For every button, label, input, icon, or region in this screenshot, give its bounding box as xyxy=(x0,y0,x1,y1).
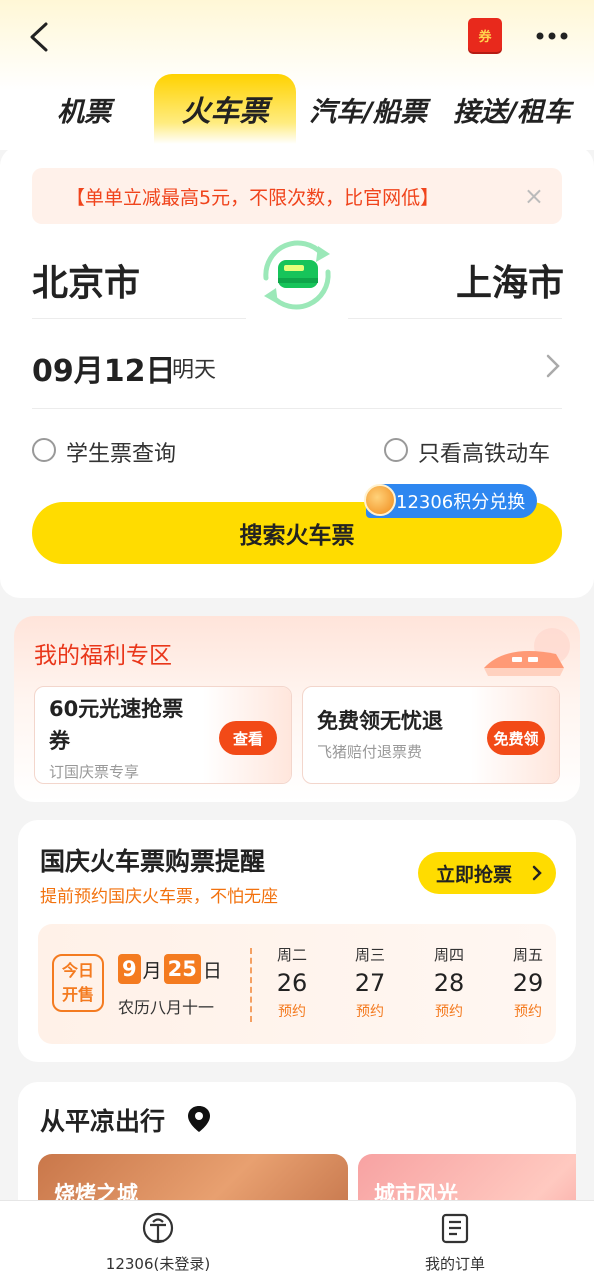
nav-my-orders[interactable]: 我的订单 xyxy=(375,1211,535,1274)
chevron-right-icon[interactable] xyxy=(544,352,562,380)
divider xyxy=(348,318,562,319)
welfare-item-refund[interactable]: 免费领无忧退 飞猪赔付退票费 免费领 xyxy=(302,686,560,784)
day-number: 29 xyxy=(512,969,544,997)
today-label: 今日 xyxy=(61,961,94,980)
day-number: 28 xyxy=(433,969,465,997)
presale-calendar: 今日 开售 9 月 25 日 农历八月十一 周二 26 预约 周三 27 预约 … xyxy=(38,924,556,1044)
tab-train[interactable]: 火车票 xyxy=(154,74,296,144)
highspeed-only-radio[interactable] xyxy=(384,438,408,462)
highspeed-only-label[interactable]: 只看高铁动车 xyxy=(418,436,550,468)
claim-free-label: 免费领 xyxy=(493,729,539,748)
points-exchange-label: 12306积分兑换 xyxy=(396,492,526,513)
sale-month: 9 xyxy=(118,954,141,984)
search-train-label: 搜索火车票 xyxy=(239,523,355,549)
weekday: 周二 xyxy=(276,946,307,964)
view-button[interactable]: 查看 xyxy=(219,721,277,755)
reserve-label: 预约 xyxy=(435,1004,463,1020)
weekday: 周五 xyxy=(512,946,543,964)
tab-train-label: 火车票 xyxy=(181,94,269,128)
holiday-title: 国庆火车票购票提醒 xyxy=(40,847,266,876)
day-unit: 日 xyxy=(202,959,222,982)
welfare-item-coupon[interactable]: 60元光速抢票券 订国庆票专享 查看 xyxy=(34,686,292,784)
divider xyxy=(32,318,246,319)
reserve-day[interactable]: 周四 28 预约 xyxy=(419,944,479,1021)
back-arrow-icon[interactable] xyxy=(26,20,54,54)
tab-flight-label: 机票 xyxy=(57,96,111,128)
top-bar: 券 机票 火车票 汽车/船票 接送/租车 xyxy=(0,0,594,150)
sale-label: 开售 xyxy=(61,985,94,1004)
student-ticket-label[interactable]: 学生票查询 xyxy=(66,436,176,468)
coin-icon xyxy=(364,484,396,516)
welfare-item-subtitle: 订国庆票专享 xyxy=(49,763,140,781)
sale-date: 9 月 25 日 xyxy=(116,954,222,984)
holiday-reminder-card: 国庆火车票购票提醒 提前预约国庆火车票，不怕无座 立即抢票 今日 开售 9 月 … xyxy=(18,820,576,1062)
view-button-label: 查看 xyxy=(232,729,263,748)
more-options-icon[interactable] xyxy=(534,22,570,50)
day-number: 26 xyxy=(276,969,308,997)
train-search-card: 【单单立减最高5元，不限次数，比官网低】 × 北京市 上海市 09月12日 明天… xyxy=(0,146,594,598)
reserve-day[interactable]: 周二 26 预约 xyxy=(262,944,322,1021)
claim-free-button[interactable]: 免费领 xyxy=(487,721,545,755)
tab-transfer-rental[interactable]: 接送/租车 xyxy=(450,74,574,144)
grab-ticket-button[interactable]: 立即抢票 xyxy=(418,852,556,894)
reserve-day[interactable]: 周五 29 预约 xyxy=(498,944,558,1021)
close-icon[interactable]: × xyxy=(524,182,544,210)
railway-logo-icon xyxy=(142,1212,174,1244)
departure-title: 从平凉出行 xyxy=(40,1107,166,1136)
promo-banner[interactable]: 【单单立减最高5元，不限次数，比官网低】 × xyxy=(32,168,562,224)
departure-date[interactable]: 09月12日 xyxy=(32,346,176,390)
reserve-label: 预约 xyxy=(514,1004,542,1020)
from-city[interactable]: 北京市 xyxy=(32,254,140,306)
day-number: 27 xyxy=(354,969,386,997)
dashed-divider xyxy=(250,948,252,1022)
welfare-item-subtitle: 飞猪赔付退票费 xyxy=(317,743,423,761)
promo-text: 【单单立减最高5元，不限次数，比官网低】 xyxy=(66,186,440,209)
weekday: 周三 xyxy=(354,946,385,964)
student-ticket-radio[interactable] xyxy=(32,438,56,462)
to-city[interactable]: 上海市 xyxy=(456,254,564,306)
welfare-item-title: 免费领无忧退 xyxy=(317,709,443,733)
divider xyxy=(32,408,562,409)
nav-12306-label: 12306(未登录) xyxy=(105,1255,211,1273)
month-unit: 月 xyxy=(142,959,162,982)
holiday-subtitle: 提前预约国庆火车票，不怕无座 xyxy=(40,887,278,907)
welfare-item-title: 60元光速抢票券 xyxy=(49,697,184,753)
weekday: 周四 xyxy=(433,946,464,964)
location-pin-icon[interactable] xyxy=(186,1104,212,1134)
welfare-title: 我的福利专区 xyxy=(34,643,172,669)
transport-tabs: 机票 火车票 汽车/船票 接送/租车 xyxy=(0,74,594,144)
tab-bus-ship[interactable]: 汽车/船票 xyxy=(306,74,430,144)
tab-bus-ship-label: 汽车/船票 xyxy=(309,96,427,128)
coupon-label: 券 xyxy=(478,29,492,45)
order-list-icon xyxy=(441,1213,469,1244)
reserve-day[interactable]: 周三 27 预约 xyxy=(340,944,400,1021)
coupon-icon[interactable]: 券 xyxy=(468,18,502,52)
nav-my-orders-label: 我的订单 xyxy=(424,1255,485,1273)
nav-12306[interactable]: 12306(未登录) xyxy=(78,1211,238,1274)
swap-train-icon[interactable] xyxy=(252,232,342,318)
bottom-navigation: 12306(未登录) 我的订单 xyxy=(0,1200,594,1280)
tab-flight[interactable]: 机票 xyxy=(34,74,134,144)
welfare-section: 我的福利专区 60元光速抢票券 订国庆票专享 查看 免费领无忧退 飞猪赔付退票费… xyxy=(14,616,580,802)
today-sale-badge: 今日 开售 xyxy=(52,954,104,1012)
chevron-right-icon xyxy=(532,865,542,881)
reserve-label: 预约 xyxy=(356,1004,384,1020)
lunar-date: 农历八月十一 xyxy=(118,998,215,1017)
grab-ticket-label: 立即抢票 xyxy=(436,863,513,886)
reserve-label: 预约 xyxy=(278,1004,306,1020)
sale-day: 25 xyxy=(163,954,201,984)
departure-date-hint: 明天 xyxy=(172,358,217,383)
bullet-train-icon xyxy=(484,628,570,676)
tab-transfer-rental-label: 接送/租车 xyxy=(453,96,571,128)
